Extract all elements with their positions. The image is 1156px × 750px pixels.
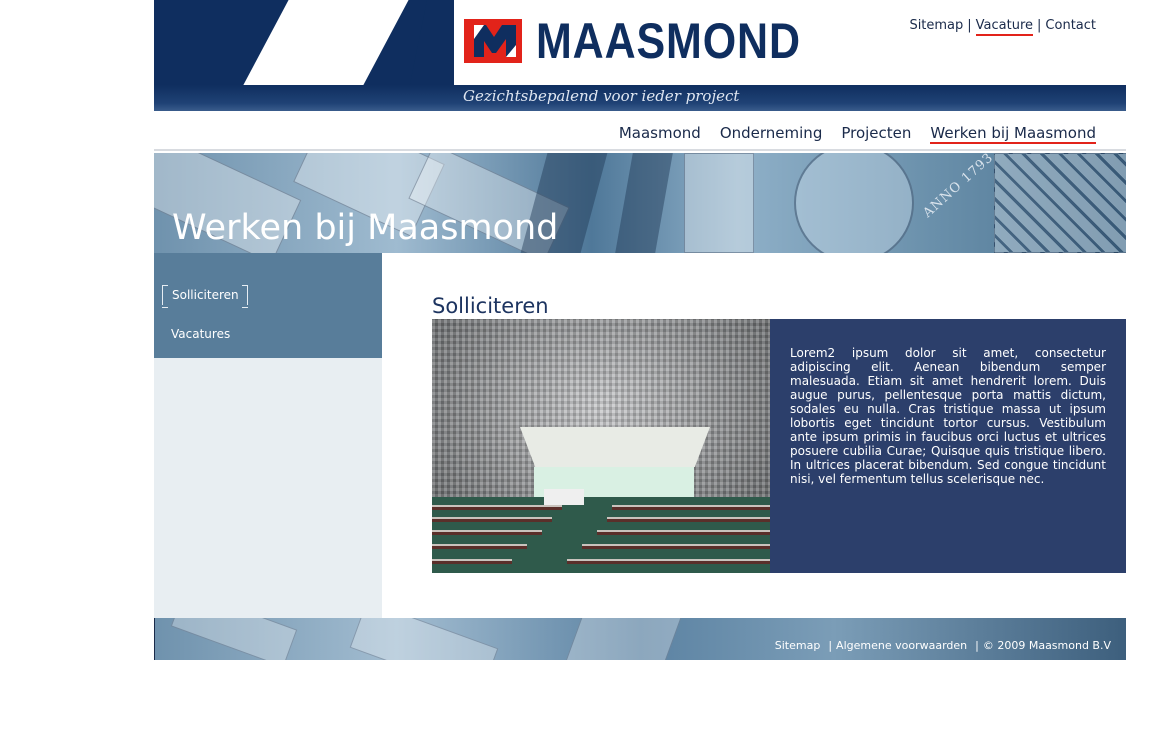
auditorium-photo: [432, 319, 770, 573]
nav-item-maasmond[interactable]: Maasmond: [619, 124, 701, 144]
top-links: Sitemap | Vacature | Contact: [909, 18, 1096, 36]
footer-links: Sitemap | Algemene voorwaarden | © 2009 Maas…: [774, 639, 1111, 652]
main-nav: Maasmond Onderneming Projecten Werken bi…: [154, 111, 1126, 151]
footer-copyright: © 2009 Maasmond B.V: [982, 639, 1111, 652]
main-content: Solliciteren Lorem2 ipsum dolor sit amet…: [382, 253, 1126, 618]
intro-text: Lorem2 ipsum dolor sit amet, consectetur…: [790, 346, 1106, 486]
nav-item-werken-bij-maasmond[interactable]: Werken bij Maasmond: [930, 124, 1096, 144]
top-link-vacature[interactable]: Vacature: [975, 18, 1034, 36]
logo-mark-icon: [464, 19, 522, 63]
content-heading: Solliciteren: [432, 294, 549, 318]
footer-link-sitemap[interactable]: Sitemap: [775, 639, 821, 652]
top-link-contact[interactable]: Contact: [1045, 18, 1096, 33]
tagline: Gezichtsbepalend voor ieder project: [463, 87, 740, 105]
footer: Sitemap | Algemene voorwaarden | © 2009 Maas…: [154, 618, 1126, 660]
site-container: MAASMOND Gezichtsbepalend voor ieder pro…: [154, 0, 1126, 660]
logo[interactable]: MAASMOND: [464, 13, 844, 69]
sub-nav: Solliciteren Vacatures: [154, 253, 382, 358]
header: MAASMOND Gezichtsbepalend voor ieder pro…: [154, 0, 1126, 111]
nav-item-projecten[interactable]: Projecten: [841, 124, 911, 144]
footer-link-terms[interactable]: Algemene voorwaarden: [836, 639, 967, 652]
page-banner: ANNO 1793 Werken bij Maasmond: [154, 153, 1126, 253]
sidebar: Solliciteren Vacatures: [154, 253, 382, 618]
intro-textbox: Lorem2 ipsum dolor sit amet, consectetur…: [770, 319, 1126, 573]
page-title: Werken bij Maasmond: [172, 208, 559, 248]
subnav-item-solliciteren[interactable]: Solliciteren: [162, 285, 248, 308]
top-link-sitemap[interactable]: Sitemap: [909, 18, 963, 33]
banner-engraving: ANNO 1793: [920, 153, 997, 221]
subnav-item-vacatures[interactable]: Vacatures: [171, 327, 230, 341]
nav-item-onderneming[interactable]: Onderneming: [720, 124, 823, 144]
logo-wordmark: MAASMOND: [536, 13, 801, 69]
